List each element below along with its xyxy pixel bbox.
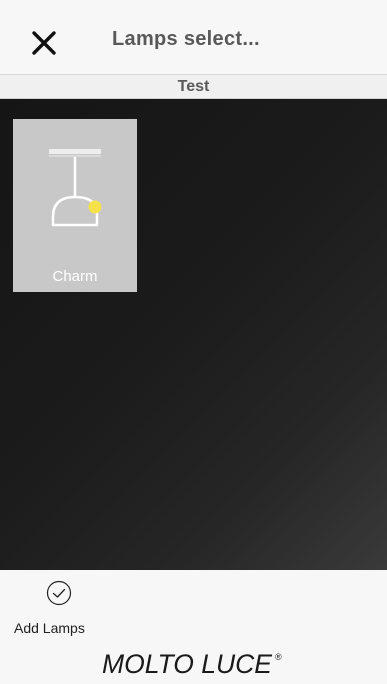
- add-lamps-button[interactable]: Add Lamps: [14, 580, 104, 636]
- brand-logo: MOLTO LUCE ®: [0, 648, 387, 679]
- lamp-name: Charm: [52, 268, 98, 285]
- lamp-card-charm[interactable]: Charm: [13, 119, 137, 292]
- pendant-lamp-icon: [49, 149, 102, 227]
- project-name-bar: Test: [0, 75, 387, 99]
- top-bar: Lamps select...: [0, 0, 387, 75]
- close-icon: [32, 31, 56, 55]
- project-name: Test: [177, 78, 210, 95]
- add-lamps-label: Add Lamps: [14, 620, 85, 636]
- lamp-canvas[interactable]: Charm: [0, 99, 387, 570]
- close-button[interactable]: [27, 26, 61, 60]
- bottom-toolbar: Add Lamps MOLTO LUCE ®: [0, 570, 387, 684]
- registered-mark: ®: [275, 652, 282, 662]
- brand-name: MOLTO LUCE: [102, 649, 273, 678]
- check-circle-icon: [46, 580, 72, 606]
- page-title: Lamps select...: [112, 28, 260, 50]
